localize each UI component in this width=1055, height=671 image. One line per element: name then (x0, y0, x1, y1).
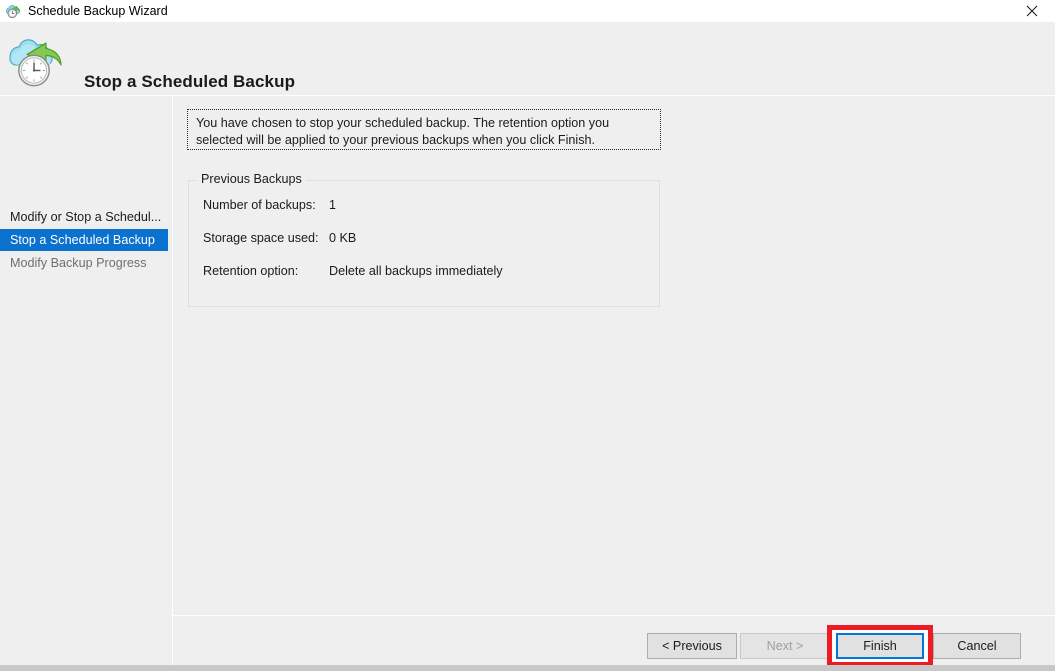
sidebar-item-modify-backup-progress[interactable]: Modify Backup Progress (0, 252, 168, 274)
window-bottom-edge (0, 665, 1055, 671)
previous-button[interactable]: < Previous (647, 633, 737, 659)
previous-button-label: < Previous (662, 639, 722, 653)
window-title: Schedule Backup Wizard (28, 3, 168, 19)
cancel-button-label: Cancel (957, 639, 996, 653)
number-of-backups-label: Number of backups: (203, 198, 316, 212)
schedule-backup-wizard-window: Schedule Backup Wizard (0, 0, 1055, 671)
finish-button[interactable]: Finish (836, 633, 924, 659)
previous-backups-legend: Previous Backups (197, 172, 306, 186)
content-pane: You have chosen to stop your scheduled b… (173, 96, 1055, 615)
next-button-label: Next > (767, 639, 804, 653)
number-of-backups-value: 1 (329, 198, 336, 212)
page-title: Stop a Scheduled Backup (84, 72, 295, 92)
storage-space-used-label: Storage space used: (203, 231, 319, 245)
sidebar-item-modify-or-stop[interactable]: Modify or Stop a Schedul... (0, 206, 168, 228)
sidebar-item-label: Stop a Scheduled Backup (10, 233, 155, 247)
info-message-box: You have chosen to stop your scheduled b… (187, 109, 661, 150)
sidebar-item-stop-scheduled-backup[interactable]: Stop a Scheduled Backup (0, 229, 168, 251)
cloud-backup-clock-icon (8, 30, 70, 88)
finish-button-label: Finish (863, 639, 897, 653)
retention-option-label: Retention option: (203, 264, 298, 278)
header-banner: Stop a Scheduled Backup (0, 22, 1055, 96)
sidebar-item-label: Modify Backup Progress (10, 256, 147, 270)
cancel-button[interactable]: Cancel (933, 633, 1021, 659)
sidebar-item-label: Modify or Stop a Schedul... (10, 210, 161, 224)
close-icon[interactable] (1009, 0, 1055, 22)
wizard-sidebar: Modify or Stop a Schedul... Stop a Sched… (0, 96, 172, 671)
backup-clock-icon (5, 2, 23, 20)
next-button[interactable]: Next > (740, 633, 830, 659)
title-bar: Schedule Backup Wizard (0, 0, 1055, 22)
retention-option-value: Delete all backups immediately (329, 264, 503, 278)
info-message-text: You have chosen to stop your scheduled b… (196, 116, 609, 147)
storage-space-used-value: 0 KB (329, 231, 356, 245)
